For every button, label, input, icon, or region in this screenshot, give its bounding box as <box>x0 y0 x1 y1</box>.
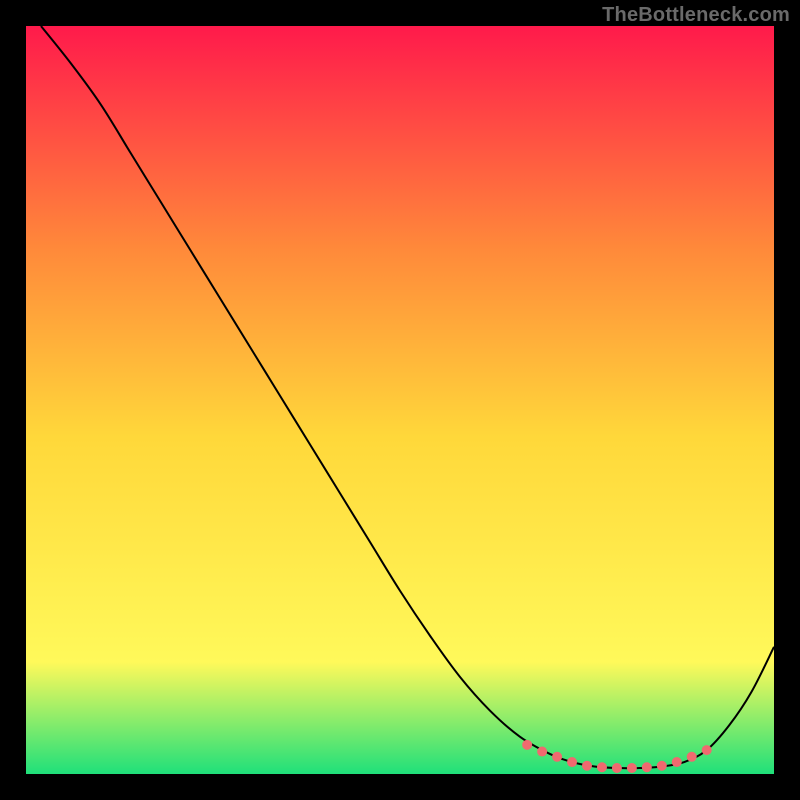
trough-dot <box>627 763 637 773</box>
trough-dot <box>687 752 697 762</box>
trough-dot <box>567 757 577 767</box>
trough-dot <box>642 762 652 772</box>
trough-dot <box>582 761 592 771</box>
chart-svg <box>0 0 800 800</box>
trough-dot <box>597 762 607 772</box>
trough-dot <box>672 757 682 767</box>
trough-dot <box>612 763 622 773</box>
chart-stage: TheBottleneck.com <box>0 0 800 800</box>
trough-dot <box>537 747 547 757</box>
trough-dot <box>702 745 712 755</box>
watermark-text: TheBottleneck.com <box>602 4 790 27</box>
plot-background <box>26 26 774 774</box>
trough-dot <box>552 752 562 762</box>
trough-dot <box>522 740 532 750</box>
trough-dot <box>657 761 667 771</box>
